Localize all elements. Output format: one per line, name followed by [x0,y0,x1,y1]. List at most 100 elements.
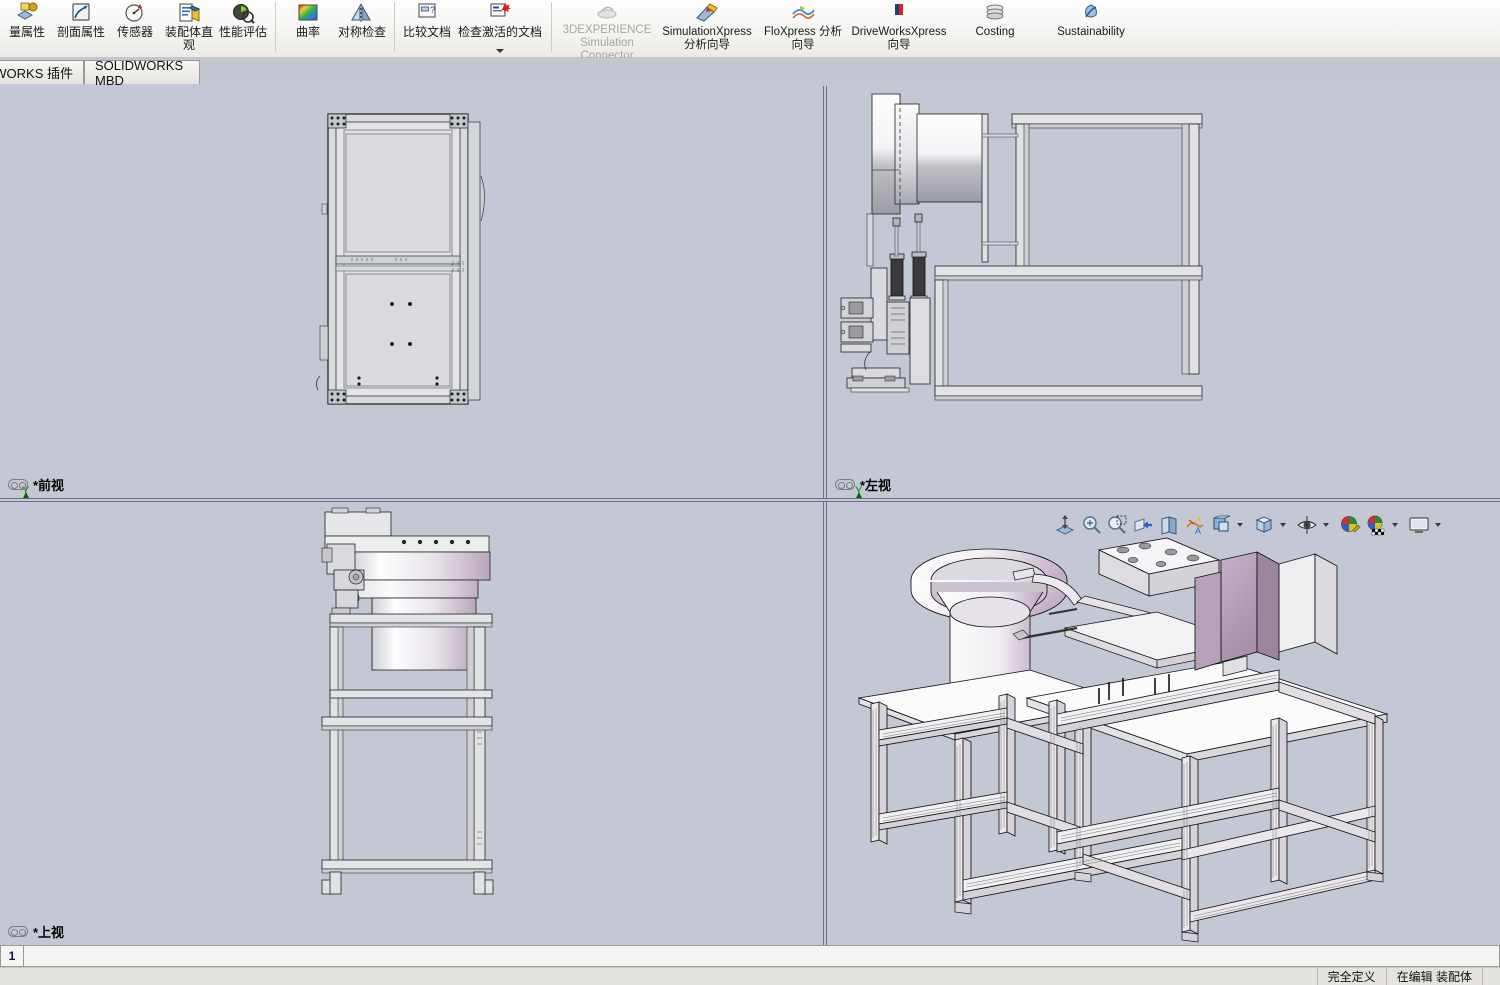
view-settings-icon[interactable] [1363,513,1389,537]
previous-view-icon[interactable] [1104,513,1130,537]
view-orientation-cube-icon[interactable] [1251,513,1277,537]
ribbon-separator [394,2,395,52]
ribbon-button-check-active-document[interactable]: 检查激活的文档 [454,0,546,56]
status-editing-assembly: 在编辑 装配体 [1386,968,1482,985]
ribbon-button-symmetry-check[interactable]: 对称检查 [335,0,389,56]
viewport-left-label: *左视 [835,475,891,494]
mass-properties-icon [15,0,39,26]
sensor-icon [123,0,147,26]
viewport-left[interactable]: Y Z X *左视 [827,86,1500,498]
hide-show-chevron-down-icon[interactable] [1320,513,1331,537]
viewport-isometric[interactable]: Y X Z [827,502,1500,945]
view-orientation-flat-icon[interactable] [1156,513,1182,537]
ribbon-label: 性能评估 [217,26,269,39]
status-editing-text: 在编辑 装配体 [1397,968,1472,985]
viewport-vertical-splitter[interactable] [823,86,827,945]
viewport-layout-chevron-down-icon[interactable] [1432,513,1443,537]
edit-appearance-icon[interactable] [1337,513,1363,537]
status-bar: 完全定义 在编辑 装配体 [0,967,1500,985]
costing-icon [982,0,1008,26]
ribbon-toolbar: 量属性 剖面属性 [0,0,1500,58]
viewport-label-text: *左视 [860,475,891,494]
view-orientation-chevron-down-icon[interactable] [1277,513,1288,537]
cabinet-front-view [0,86,823,498]
ribbon-button-driveworksxpress[interactable]: DriveWorksXpress 向导 [849,0,949,56]
sustainability-icon [1078,0,1104,26]
ribbon-button-costing[interactable]: Costing [949,0,1041,56]
3dexperience-connector-icon [594,0,620,24]
ribbon-label: 比较文档 [401,26,453,39]
section-view-icon[interactable] [1130,513,1156,537]
viewport-top-label: *上视 [8,922,64,941]
ribbon-separator [275,2,276,52]
ribbon-separator [551,2,552,52]
ribbon-label: Sustainability [1055,26,1127,39]
solidworks-window: 量属性 剖面属性 [0,0,1500,985]
viewport-front-label: *前视 [8,475,64,494]
tab-solidworks-addins[interactable]: DWORKS 插件 [0,60,84,84]
ribbon-button-section-properties[interactable]: 剖面属性 [54,0,108,56]
ribbon-group-inspect: 曲率 对称检查 [281,0,389,58]
ribbon-button-sensor[interactable]: 传感器 [108,0,162,56]
ribbon-label: Costing [974,26,1017,39]
viewport-front[interactable]: Y X *前视 [0,86,823,498]
status-fully-defined: 完全定义 [1317,968,1386,985]
floxpress-icon [790,0,816,26]
status-bar-resize-grip[interactable] [1482,968,1500,985]
tab-label: SOLIDWORKS MBD [95,58,189,88]
apply-scene-icon[interactable]: A [1182,513,1208,537]
ribbon-button-simulationxpress[interactable]: SimulationXpress 分析向导 [657,0,757,56]
sheet-number: 1 [9,949,16,963]
ribbon-button-3dexperience-simulation-connector: 3DEXPERIENCE Simulation Connector [557,0,657,56]
viewport-horizontal-splitter[interactable] [0,498,1500,502]
zoom-to-area-icon[interactable] [1078,513,1104,537]
zoom-to-fit-icon[interactable] [1052,513,1078,537]
ribbon-button-assembly-visualization[interactable]: 装配体直观 [162,0,216,56]
ribbon-label: 曲率 [294,26,322,39]
ribbon-button-floxpress[interactable]: FloXpress 分析向导 [757,0,849,56]
ribbon-label: FloXpress 分析向导 [757,26,849,52]
command-manager-tabstrip: DWORKS 插件 SOLIDWORKS MBD [0,58,1500,86]
link-icon [835,479,855,490]
status-fully-defined-text: 完全定义 [1328,968,1376,985]
chevron-down-icon[interactable] [496,49,504,53]
driveworksxpress-icon [886,0,912,26]
tab-label: DWORKS 插件 [0,63,73,82]
ribbon-label: 检查激活的文档 [456,26,544,39]
ribbon-group-xpress: 3DEXPERIENCE Simulation Connector Simula… [557,0,1141,58]
simulationxpress-icon [694,0,720,26]
ribbon-label: 量属性 [7,26,47,39]
ribbon-button-mass-properties[interactable]: 量属性 [0,0,54,56]
ribbon-group-evaluate: 量属性 剖面属性 [0,0,270,58]
ribbon-button-sustainability[interactable]: Sustainability [1041,0,1141,56]
sheet-tab-empty-area[interactable] [24,945,1500,967]
ribbon-label: 剖面属性 [55,26,107,39]
ribbon-group-compare: ? 比较文档 检查激活的文档 [400,0,546,58]
svg-text:A: A [1195,526,1201,536]
ribbon-label: 装配体直观 [162,26,216,52]
assembly-isometric-view [827,502,1500,945]
display-style-chevron-down-icon[interactable] [1234,513,1245,537]
ribbon-label: SimulationXpress 分析向导 [657,26,757,52]
ribbon-button-performance-evaluation[interactable]: 性能评估 [216,0,270,56]
tab-solidworks-mbd[interactable]: SOLIDWORKS MBD [84,60,200,84]
link-icon [8,926,28,937]
display-style-icon[interactable] [1208,513,1234,537]
hide-show-items-icon[interactable] [1294,513,1320,537]
performance-evaluation-icon [231,0,255,26]
compare-documents-icon: ? [415,0,439,26]
sheet-tab-1[interactable]: 1 [0,945,24,967]
machine-left-view [827,86,1500,498]
appearance-chevron-down-icon[interactable] [1389,513,1400,537]
curvature-icon [296,0,320,26]
sheet-tab-bar: 1 [0,945,1500,967]
ribbon-label: DriveWorksXpress 向导 [849,26,949,52]
ribbon-button-curvature[interactable]: 曲率 [281,0,335,56]
ribbon-button-compare-documents[interactable]: ? 比较文档 [400,0,454,56]
svg-text:?: ? [430,5,435,15]
viewport-layout-icon[interactable] [1406,513,1432,537]
assembly-visualization-icon [177,0,201,26]
ribbon-label: 对称检查 [336,26,388,39]
viewport-top[interactable]: X Z *上视 [0,502,823,945]
viewport-label-text: *前视 [33,475,64,494]
